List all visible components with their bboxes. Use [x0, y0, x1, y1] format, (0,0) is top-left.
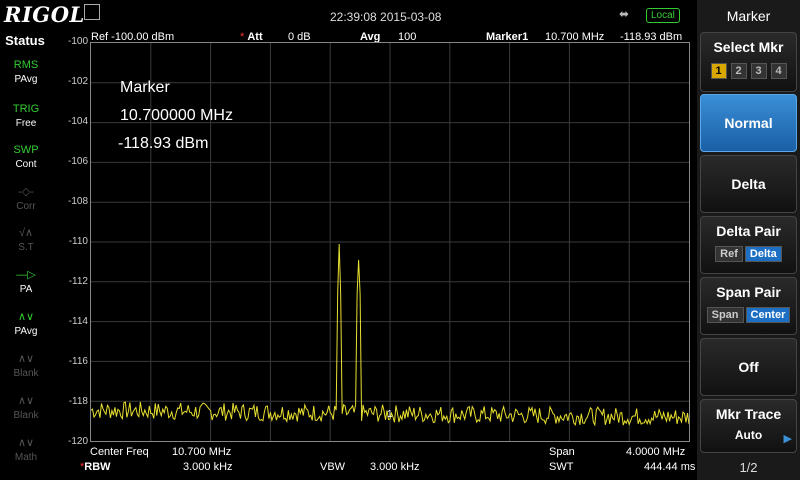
status-item-cont: SWP Cont — [4, 141, 48, 179]
span-label: Span — [549, 446, 575, 458]
span-pair-center-option[interactable]: Center — [745, 307, 791, 323]
status-item-free: TRIG Free — [4, 100, 48, 138]
delta-pair-label: Delta Pair — [716, 223, 781, 239]
y-tick-label: -114 — [68, 316, 88, 327]
y-tick-label: -120 — [67, 436, 88, 447]
span-pair-label: Span Pair — [716, 284, 781, 300]
status-item-label: Blank — [13, 368, 39, 379]
y-tick-label: -116 — [68, 356, 88, 367]
status-icon: TRIG — [12, 103, 40, 115]
y-tick-label: -108 — [67, 196, 88, 207]
off-button[interactable]: Off — [700, 338, 797, 396]
select-mkr-label: Select Mkr — [713, 39, 784, 55]
mkr-trace-value: Auto — [734, 428, 763, 442]
page-indicator: 1/2 — [739, 460, 758, 475]
marker-readout-title: Marker — [120, 79, 170, 96]
marker-1-option[interactable]: 1 — [710, 63, 727, 79]
y-tick-label: -118 — [68, 396, 88, 407]
status-icon: —▷ — [16, 269, 36, 281]
usb-icon: ⬌ — [619, 7, 630, 21]
delta-pair-button[interactable]: Delta Pair Ref Delta — [700, 216, 797, 274]
off-label: Off — [738, 359, 759, 375]
center-freq-label: Center Freq — [90, 446, 149, 458]
status-item-blank: ∧∨ Blank — [4, 392, 48, 430]
menu-title: Marker — [726, 8, 771, 24]
triangle-right-icon: ▶ — [783, 433, 792, 445]
status-item-label: Blank — [13, 410, 39, 421]
marker-readout-freq: 10.700000 MHz — [120, 107, 233, 124]
status-item-blank: ∧∨ Blank — [4, 350, 48, 388]
center-freq-value: 10.700 MHz — [172, 446, 232, 458]
vbw-label: VBW — [320, 461, 346, 473]
status-item-pavg: RMS PAvg — [4, 56, 48, 94]
status-item-pa: —▷ PA — [4, 266, 48, 304]
delta-pair-delta-option[interactable]: Delta — [744, 246, 782, 262]
status-item-label: Math — [14, 452, 38, 463]
select-mkr-button[interactable]: Select Mkr 1234 — [700, 32, 797, 92]
rbw-label: *RBW — [80, 461, 111, 473]
status-item-label: S.T — [18, 242, 34, 253]
status-icon: SWP — [13, 144, 39, 156]
status-item-label: PAvg — [14, 326, 38, 337]
datetime: 22:39:08 2015-03-08 — [330, 10, 442, 24]
status-icon: RMS — [13, 59, 39, 71]
mkr-trace-button[interactable]: Mkr Trace Auto ▶ — [700, 399, 797, 453]
swt-label: SWT — [549, 461, 574, 473]
span-pair-button[interactable]: Span Pair Span Center — [700, 277, 797, 335]
marker-1-label: 1 — [387, 409, 393, 420]
status-icon: ∧∨ — [17, 395, 35, 407]
y-tick-label: -106 — [67, 156, 88, 167]
span-value: 4.0000 MHz — [626, 446, 686, 458]
span-pair-span-option[interactable]: Span — [706, 307, 744, 323]
marker-4-option[interactable]: 4 — [770, 63, 787, 79]
normal-button[interactable]: Normal — [700, 94, 797, 152]
status-item-math: ∧∨ Math — [4, 434, 48, 472]
status-item-label: PAvg — [14, 74, 38, 85]
marker-2-option[interactable]: 2 — [730, 63, 747, 79]
status-title: Status — [5, 33, 45, 48]
marker-3-option[interactable]: 3 — [750, 63, 767, 79]
delta-label: Delta — [731, 176, 766, 192]
mkr-trace-label: Mkr Trace — [715, 406, 782, 422]
normal-label: Normal — [724, 115, 773, 131]
status-item-label: Free — [15, 118, 37, 129]
marker-readout: Marker 10.700000 MHz -118.93 dBm — [118, 74, 233, 158]
status-icon: ∧∨ — [17, 437, 35, 449]
y-tick-label: -110 — [68, 236, 88, 247]
y-tick-label: -102 — [67, 76, 88, 87]
rigol-logo: RIGOL — [4, 2, 85, 27]
local-badge[interactable]: Local — [646, 8, 680, 23]
status-item-s-t: √∧ S.T — [4, 224, 48, 262]
status-item-label: PA — [19, 284, 33, 295]
logo-box — [84, 4, 100, 20]
status-icon: √∧ — [18, 227, 34, 239]
marker-readout-amp: -118.93 dBm — [118, 135, 209, 152]
status-icon: ∧∨ — [17, 353, 35, 365]
y-tick-label: -104 — [67, 116, 88, 127]
swt-value: 444.44 ms — [644, 461, 696, 473]
status-item-corr: -◇- Corr — [4, 183, 48, 221]
status-item-pavg: ∧∨ PAvg — [4, 308, 48, 346]
status-icon: -◇- — [18, 186, 34, 198]
status-item-label: Cont — [15, 159, 37, 170]
y-tick-label: -100 — [67, 36, 88, 47]
y-tick-label: -112 — [68, 276, 88, 287]
status-icon: ∧∨ — [17, 311, 35, 323]
vbw-value: 3.000 kHz — [370, 461, 420, 473]
status-item-label: Corr — [16, 201, 36, 212]
delta-pair-ref-option[interactable]: Ref — [715, 246, 743, 262]
delta-button[interactable]: Delta — [700, 155, 797, 213]
rbw-value: 3.000 kHz — [183, 461, 233, 473]
